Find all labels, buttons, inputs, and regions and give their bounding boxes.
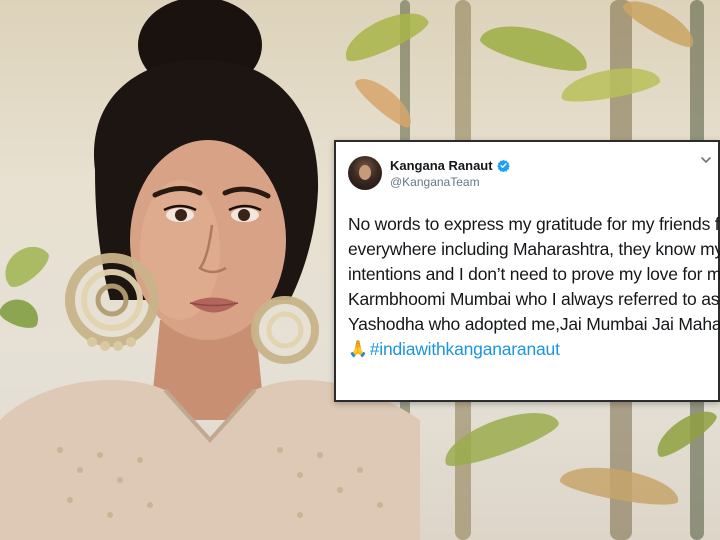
tweet-author: Kangana Ranaut @KanganaTeam bbox=[390, 158, 510, 189]
tweet-text-line: Karmbhoomi Mumbai who I always referred … bbox=[348, 289, 720, 309]
chevron-down-icon[interactable] bbox=[700, 154, 712, 166]
tweet-text-line: No words to express my gratitude for my … bbox=[348, 214, 720, 234]
author-name-row: Kangana Ranaut bbox=[390, 158, 510, 173]
tweet-text-line: intentions and I don’t need to prove my … bbox=[348, 264, 720, 284]
tweet-text: No words to express my gratitude for my … bbox=[348, 212, 720, 362]
avatar[interactable] bbox=[348, 156, 382, 190]
folded-hands-icon: 🙏 bbox=[348, 341, 368, 358]
tweet-header: Kangana Ranaut @KanganaTeam bbox=[348, 156, 711, 202]
tweet-text-line: Yashodha who adopted me,Jai Mumbai Jai M… bbox=[348, 314, 720, 334]
tweet-card: Kangana Ranaut @KanganaTeam No words to … bbox=[334, 140, 720, 402]
verified-badge-icon bbox=[496, 159, 510, 172]
hashtag-link[interactable]: #indiawithkanganaranaut bbox=[370, 337, 560, 362]
tweet-text-line: everywhere including Maharashtra, they k… bbox=[348, 239, 720, 259]
author-handle[interactable]: @KanganaTeam bbox=[390, 175, 510, 189]
hashtag-row: 🙏 #indiawithkanganaranaut bbox=[348, 337, 704, 362]
image-canvas: Kangana Ranaut @KanganaTeam No words to … bbox=[0, 0, 720, 540]
author-name[interactable]: Kangana Ranaut bbox=[390, 158, 493, 173]
